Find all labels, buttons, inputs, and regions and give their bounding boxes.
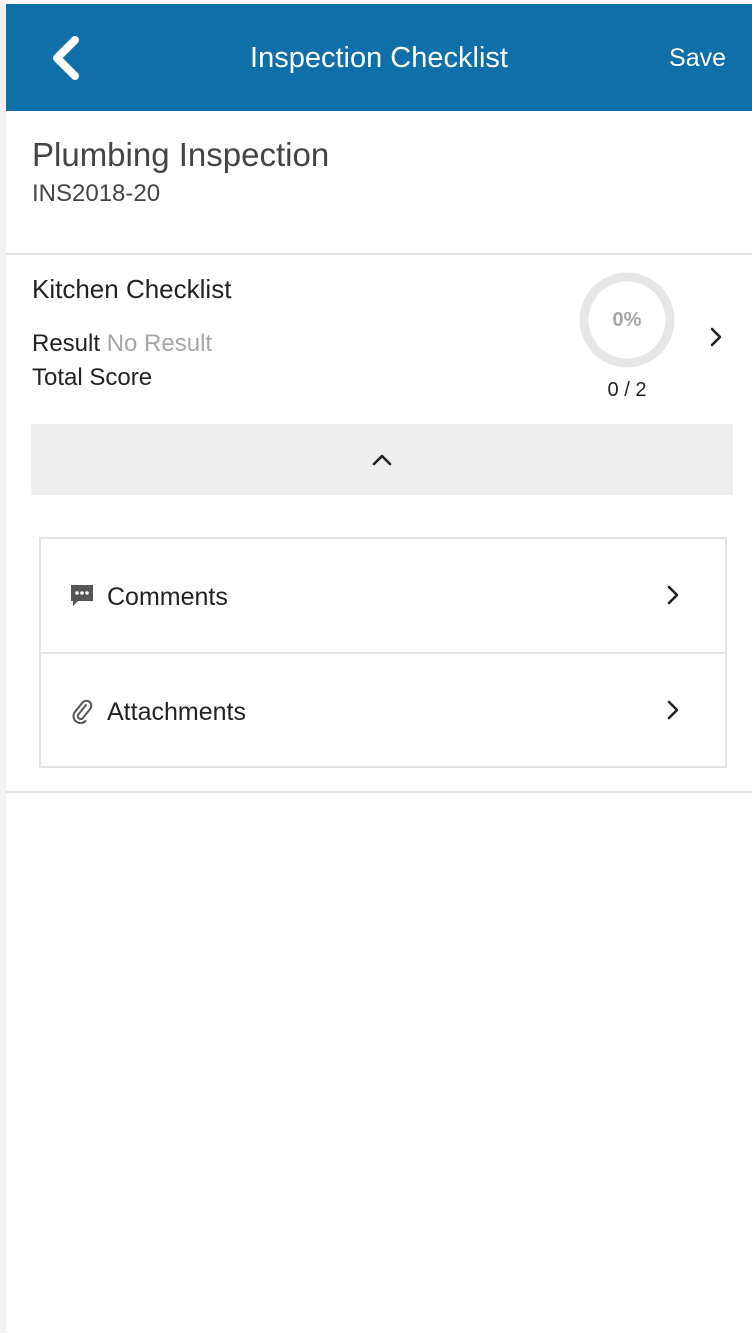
result-label: Result — [32, 330, 101, 357]
screen: Inspection Checklist Save Plumbing Inspe… — [0, 0, 752, 1333]
total-score-label: Total Score — [32, 364, 153, 391]
result-value: No Result — [106, 330, 213, 357]
inspection-summary: Plumbing Inspection INS2018-20 — [6, 111, 752, 255]
chevron-right-icon — [667, 585, 679, 605]
checklist-title: Kitchen Checklist — [32, 274, 232, 304]
save-button[interactable]: Save — [669, 42, 726, 74]
attachments-label: Attachments — [107, 698, 246, 726]
checklist-actions: Comments Attachments — [39, 537, 727, 768]
inspection-title: Plumbing Inspection — [32, 136, 330, 173]
page-title: Inspection Checklist — [250, 42, 508, 74]
result-row: Result No Result — [32, 329, 212, 359]
comments-label: Comments — [107, 583, 228, 611]
comments-item[interactable]: Comments — [41, 539, 725, 652]
comment-icon — [71, 585, 93, 606]
chevron-right-icon — [667, 700, 679, 720]
chevron-right-icon[interactable] — [702, 323, 730, 351]
checklist-card: Kitchen Checklist Result No Result Total… — [6, 255, 752, 793]
attachments-item[interactable]: Attachments — [41, 652, 725, 767]
paperclip-icon — [72, 699, 93, 724]
app-header: Inspection Checklist Save — [6, 4, 752, 111]
collapse-toggle[interactable] — [31, 424, 733, 495]
chevron-up-icon — [372, 454, 392, 465]
inspection-id: INS2018-20 — [32, 180, 161, 207]
progress-count: 0 / 2 — [607, 379, 647, 401]
progress-percent: 0% — [612, 309, 642, 331]
